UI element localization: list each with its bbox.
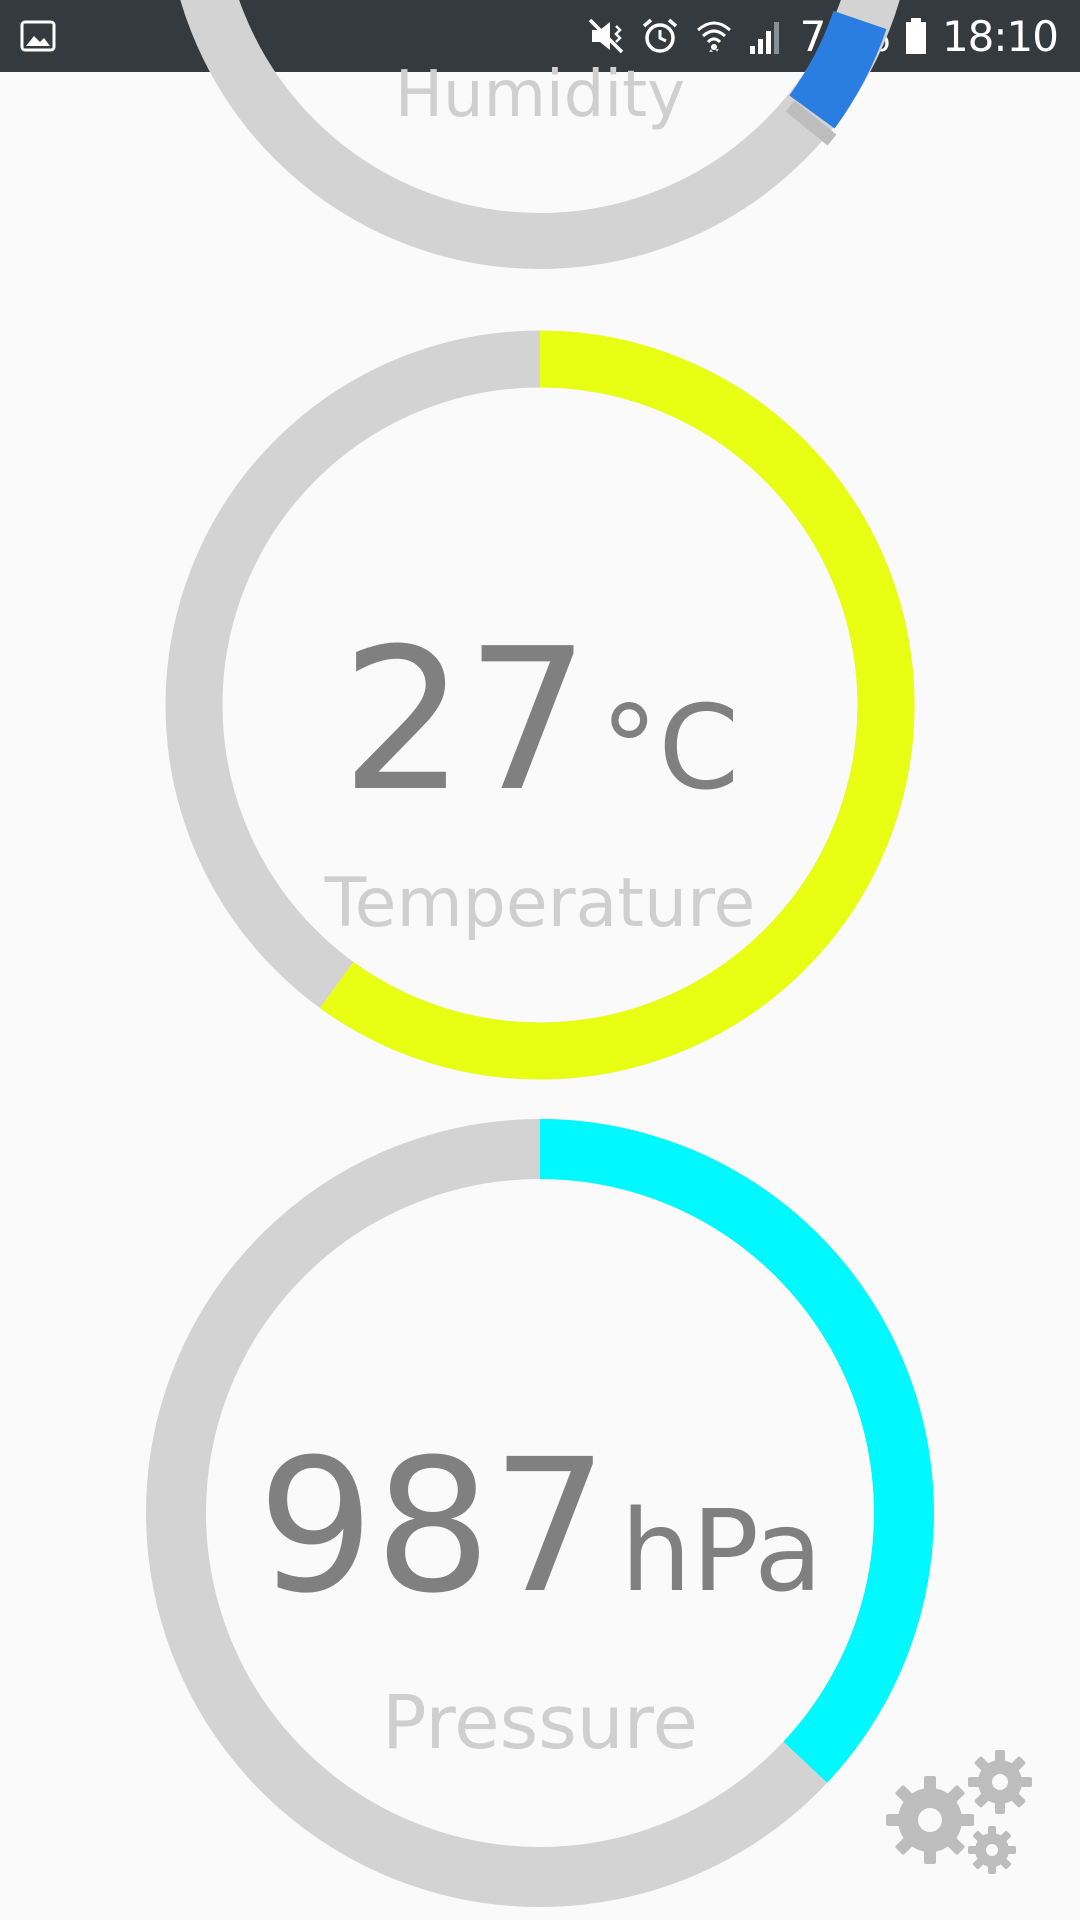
pressure-gauge: 987 hPa Pressure xyxy=(146,1119,934,1907)
gears-icon xyxy=(886,1750,1032,1874)
temperature-label: Temperature xyxy=(324,864,756,943)
humidity-gauge: Humidity xyxy=(180,0,900,269)
pressure-unit: hPa xyxy=(621,1487,823,1617)
pressure-label: Pressure xyxy=(382,1680,698,1766)
pressure-value: 987 xyxy=(257,1420,608,1634)
temperature-value-display: 27°C xyxy=(341,607,739,835)
temperature-gauge: 27°C Temperature xyxy=(165,330,915,1080)
pressure-value-display: 987 hPa xyxy=(257,1420,822,1634)
humidity-label: Humidity xyxy=(395,58,685,132)
temperature-value: 27 xyxy=(341,607,590,835)
settings-button[interactable] xyxy=(878,1740,1038,1880)
temperature-unit: °C xyxy=(600,681,739,816)
humidity-gauge-fill xyxy=(789,10,887,129)
sensor-gauges: Humidity 27°C Temperature 987 hPa Pressur… xyxy=(146,0,934,1907)
